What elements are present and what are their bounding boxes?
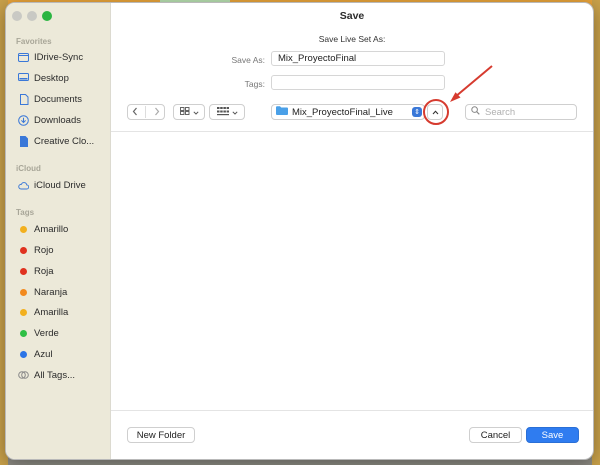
chevron-down-icon (231, 107, 238, 117)
sidebar-item-creative-cloud[interactable]: Creative Clo... (18, 133, 94, 149)
tag-color-dot (20, 267, 27, 275)
folder-icon (18, 52, 29, 63)
minimize-window-button[interactable] (27, 11, 37, 21)
location-label: Mix_ProyectoFinal_Live (292, 106, 393, 118)
group-by-button[interactable] (209, 104, 245, 120)
sidebar: Favorites IDrive-Sync Desktop Documents … (6, 3, 111, 459)
tags-heading: Tags (16, 208, 35, 217)
up-down-arrows-icon: ⇕ (412, 107, 422, 117)
window-controls (12, 11, 52, 21)
document-icon (18, 93, 29, 105)
sidebar-item-label: Naranja (34, 286, 68, 298)
sidebar-item-icloud-drive[interactable]: iCloud Drive (18, 177, 86, 193)
sidebar-item-label: Rojo (34, 244, 54, 256)
search-input[interactable]: Search (465, 104, 577, 120)
dialog-title: Save (339, 9, 365, 22)
sidebar-item-label: Creative Clo... (34, 135, 95, 147)
chevron-left-icon[interactable] (132, 107, 138, 118)
sidebar-item-label: Amarillo (34, 223, 69, 235)
tag-color-dot (20, 329, 27, 337)
sidebar-item-label: Desktop (34, 72, 69, 84)
zoom-window-button[interactable] (42, 11, 52, 21)
search-placeholder: Search (485, 106, 516, 118)
save-dialog: Favorites IDrive-Sync Desktop Documents … (5, 2, 594, 460)
sidebar-tag-amarilla[interactable]: Amarilla (18, 304, 68, 320)
sidebar-item-label: Documents (34, 93, 83, 105)
tag-color-dot (20, 246, 27, 254)
save-button[interactable]: Save (526, 427, 579, 443)
sidebar-tag-verde[interactable]: Verde (18, 325, 59, 341)
file-icon (18, 135, 29, 147)
divider (145, 106, 147, 118)
dialog-subtitle: Save Live Set As: (318, 34, 386, 44)
sidebar-item-label: Amarilla (34, 306, 69, 318)
search-icon (471, 106, 480, 118)
tag-color-dot (20, 350, 27, 358)
save-as-label: Save As: (231, 55, 265, 65)
new-folder-button[interactable]: New Folder (127, 427, 195, 443)
sidebar-tag-amarillo[interactable]: Amarillo (18, 221, 68, 237)
file-browser-area[interactable] (111, 131, 593, 411)
tags-field[interactable] (271, 75, 445, 90)
chevron-down-icon (192, 107, 199, 117)
grid-view-icon (179, 107, 190, 117)
tag-color-dot (20, 308, 27, 316)
cancel-button[interactable]: Cancel (469, 427, 522, 443)
sidebar-item-idrive-sync[interactable]: IDrive-Sync (18, 49, 83, 65)
navigation-toolbar: Mix_ProyectoFinal_Live ⇕ Search (111, 99, 593, 125)
sidebar-tag-naranja[interactable]: Naranja (18, 284, 67, 300)
back-forward-control (127, 104, 165, 120)
download-icon (18, 114, 29, 126)
sidebar-tag-all-tags[interactable]: All Tags... (18, 367, 75, 383)
sidebar-item-documents[interactable]: Documents (18, 91, 82, 107)
location-popup[interactable]: Mix_ProyectoFinal_Live ⇕ (271, 104, 425, 120)
sidebar-item-label: Azul (34, 348, 53, 360)
tag-color-dot (20, 288, 27, 296)
tag-color-dot (20, 225, 27, 233)
chevron-right-icon[interactable] (154, 107, 160, 118)
tags-label: Tags: (244, 79, 265, 89)
sidebar-item-downloads[interactable]: Downloads (18, 112, 81, 128)
cloud-icon (18, 180, 29, 191)
favorites-heading: Favorites (16, 37, 52, 46)
sidebar-item-label: All Tags... (34, 369, 76, 381)
folder-icon (276, 106, 288, 118)
red-arrow-annotation (450, 65, 493, 102)
main-panel: Save Save Live Set As: Save As: Mix_Proy… (111, 3, 593, 459)
desktop-icon (18, 73, 29, 84)
all-tags-icon (18, 370, 29, 381)
group-grid-icon (216, 106, 229, 118)
sidebar-tag-roja[interactable]: Roja (18, 263, 54, 279)
sidebar-item-label: iCloud Drive (34, 179, 86, 191)
sidebar-tag-azul[interactable]: Azul (18, 346, 52, 362)
view-mode-button[interactable] (173, 104, 205, 120)
sidebar-tag-rojo[interactable]: Rojo (18, 242, 54, 258)
sidebar-item-desktop[interactable]: Desktop (18, 70, 69, 86)
sidebar-item-label: Downloads (34, 114, 81, 126)
sidebar-item-label: IDrive-Sync (34, 51, 84, 63)
sidebar-item-label: Verde (34, 327, 59, 339)
close-window-button[interactable] (12, 11, 22, 21)
save-as-field[interactable]: Mix_ProyectoFinal (271, 51, 445, 66)
icloud-heading: iCloud (16, 164, 41, 173)
sidebar-item-label: Roja (34, 265, 54, 277)
